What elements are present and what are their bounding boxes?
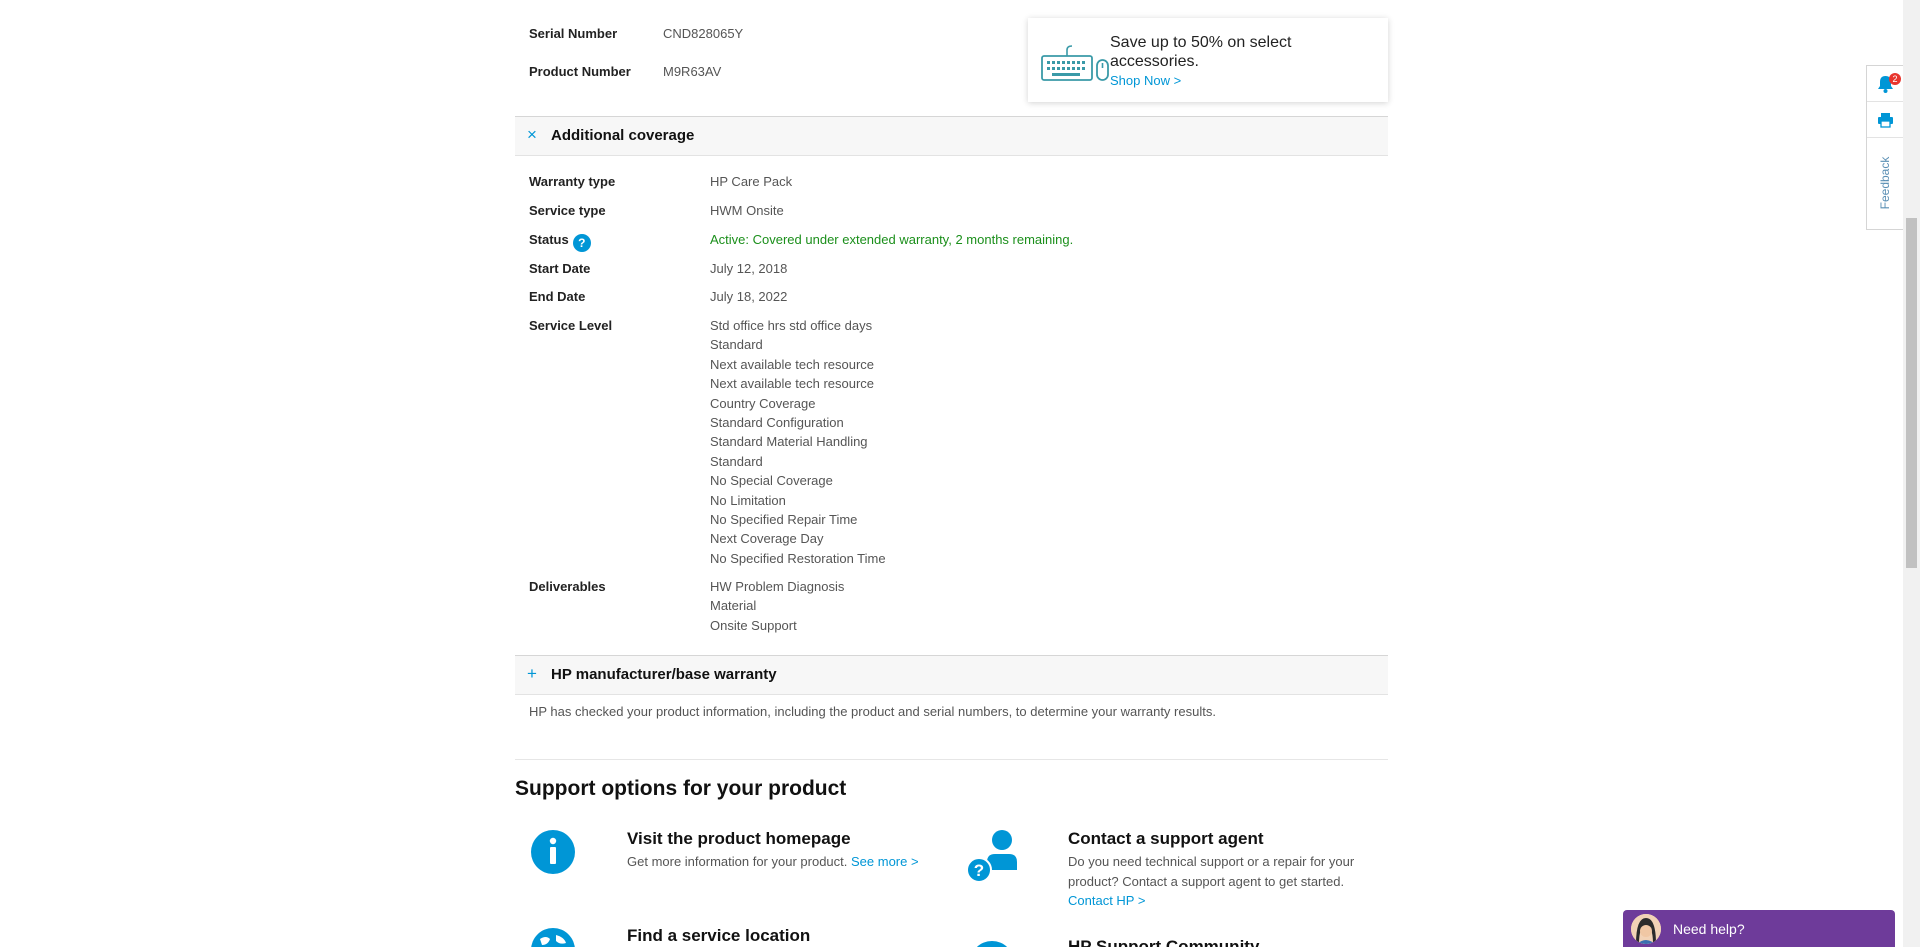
serial-number-label: Serial Number [529, 26, 618, 41]
contact-agent-text: Do you need technical support or a repai… [1068, 852, 1378, 911]
support-options-title: Support options for your product [515, 777, 847, 800]
need-help-chat-button[interactable]: Need help? [1623, 910, 1895, 947]
product-homepage-desc: Get more information for your product. [627, 854, 848, 869]
support-community-title[interactable]: HP Support Community [1068, 937, 1259, 947]
section-divider [515, 759, 1388, 760]
product-number-label: Product Number [529, 64, 631, 79]
base-warranty-title: HP manufacturer/base warranty [551, 666, 777, 683]
end-date-label: End Date [529, 289, 586, 304]
start-date-value: July 12, 2018 [710, 261, 788, 276]
chat-agent-avatar [1631, 914, 1661, 944]
status-label-wrap: Status? [529, 232, 699, 252]
product-number-value: M9R63AV [663, 64, 722, 79]
need-help-label: Need help? [1673, 921, 1745, 937]
keyboard-mouse-icon [1041, 45, 1109, 81]
warranty-type-label: Warranty type [529, 174, 616, 189]
warranty-content: Serial Number CND828065Y Product Number … [515, 0, 1388, 947]
deliverables-values: HW Problem Diagnosis Material Onsite Sup… [710, 577, 844, 635]
service-level-item: Next available tech resource [710, 376, 875, 392]
contact-agent-title[interactable]: Contact a support agent [1068, 829, 1264, 849]
service-type-label: Service type [529, 203, 606, 218]
base-warranty-header[interactable]: + HP manufacturer/base warranty [515, 655, 1388, 695]
feedback-tab[interactable]: Feedback [1867, 140, 1904, 230]
accessories-promo[interactable]: Save up to 50% on select accessories. Sh… [1028, 18, 1388, 102]
community-icon[interactable] [969, 940, 1015, 947]
deliverable-item: Material [710, 598, 757, 614]
see-more-link[interactable]: See more > [851, 854, 919, 869]
notifications-button[interactable]: 2 [1867, 66, 1904, 102]
service-level-values: Std office hrs std office days Standard … [710, 316, 886, 568]
side-rail: 2 Feedback [1866, 65, 1904, 230]
page-scrollbar[interactable] [1903, 0, 1920, 947]
shop-now-link[interactable]: Shop Now > [1110, 73, 1181, 88]
info-icon[interactable] [530, 829, 576, 875]
status-label: Status [529, 232, 569, 247]
service-level-item: Next Coverage Day [710, 531, 824, 547]
service-level-label: Service Level [529, 318, 613, 333]
notification-count-badge: 2 [1889, 73, 1901, 85]
scrollbar-thumb[interactable] [1906, 218, 1917, 568]
promo-title: Save up to 50% on select accessories. [1110, 34, 1292, 70]
start-date-label: Start Date [529, 261, 591, 276]
agent-avatar-icon [1631, 914, 1661, 944]
additional-coverage-title: Additional coverage [551, 127, 695, 144]
product-homepage-text: Get more information for your product. S… [627, 852, 919, 872]
serial-number-value: CND828065Y [663, 26, 744, 41]
status-value: Active: Covered under extended warranty,… [710, 232, 1074, 247]
support-agent-icon[interactable]: ? [965, 828, 1021, 884]
svg-text:?: ? [974, 861, 984, 880]
deliverables-label: Deliverables [529, 579, 606, 594]
printer-icon [1878, 113, 1893, 128]
product-homepage-title[interactable]: Visit the product homepage [627, 829, 851, 849]
feedback-label: Feedback [1878, 156, 1892, 210]
service-level-item: Country Coverage [710, 395, 816, 411]
deliverable-item: HW Problem Diagnosis [710, 579, 845, 594]
service-level-item: Standard Material Handling [710, 434, 868, 450]
print-button[interactable] [1867, 102, 1904, 138]
contact-hp-link[interactable]: Contact HP > [1068, 893, 1145, 908]
deliverable-item: Onsite Support [710, 617, 797, 633]
service-location-title[interactable]: Find a service location [627, 926, 810, 946]
status-help-icon[interactable]: ? [572, 234, 591, 252]
service-level-item: Standard [710, 453, 763, 469]
service-type-value: HWM Onsite [710, 203, 784, 218]
service-level-item: Standard [710, 337, 763, 353]
end-date-value: July 18, 2022 [710, 289, 788, 304]
collapse-icon[interactable]: × [524, 126, 540, 143]
service-level-item: Std office hrs std office days [710, 318, 873, 333]
warranty-type-value: HP Care Pack [710, 174, 793, 189]
warranty-check-note: HP has checked your product information,… [529, 704, 1216, 719]
service-level-item: No Limitation [710, 492, 786, 508]
service-level-item: No Specified Repair Time [710, 511, 858, 527]
service-level-item: Standard Configuration [710, 414, 844, 430]
additional-coverage-header[interactable]: × Additional coverage [515, 116, 1388, 156]
service-level-item: Next available tech resource [710, 356, 875, 372]
service-level-item: No Specified Restoration Time [710, 550, 886, 566]
expand-icon[interactable]: + [524, 665, 540, 682]
service-level-item: No Special Coverage [710, 473, 833, 489]
globe-icon[interactable] [530, 927, 576, 947]
contact-agent-desc: Do you need technical support or a repai… [1068, 854, 1355, 889]
